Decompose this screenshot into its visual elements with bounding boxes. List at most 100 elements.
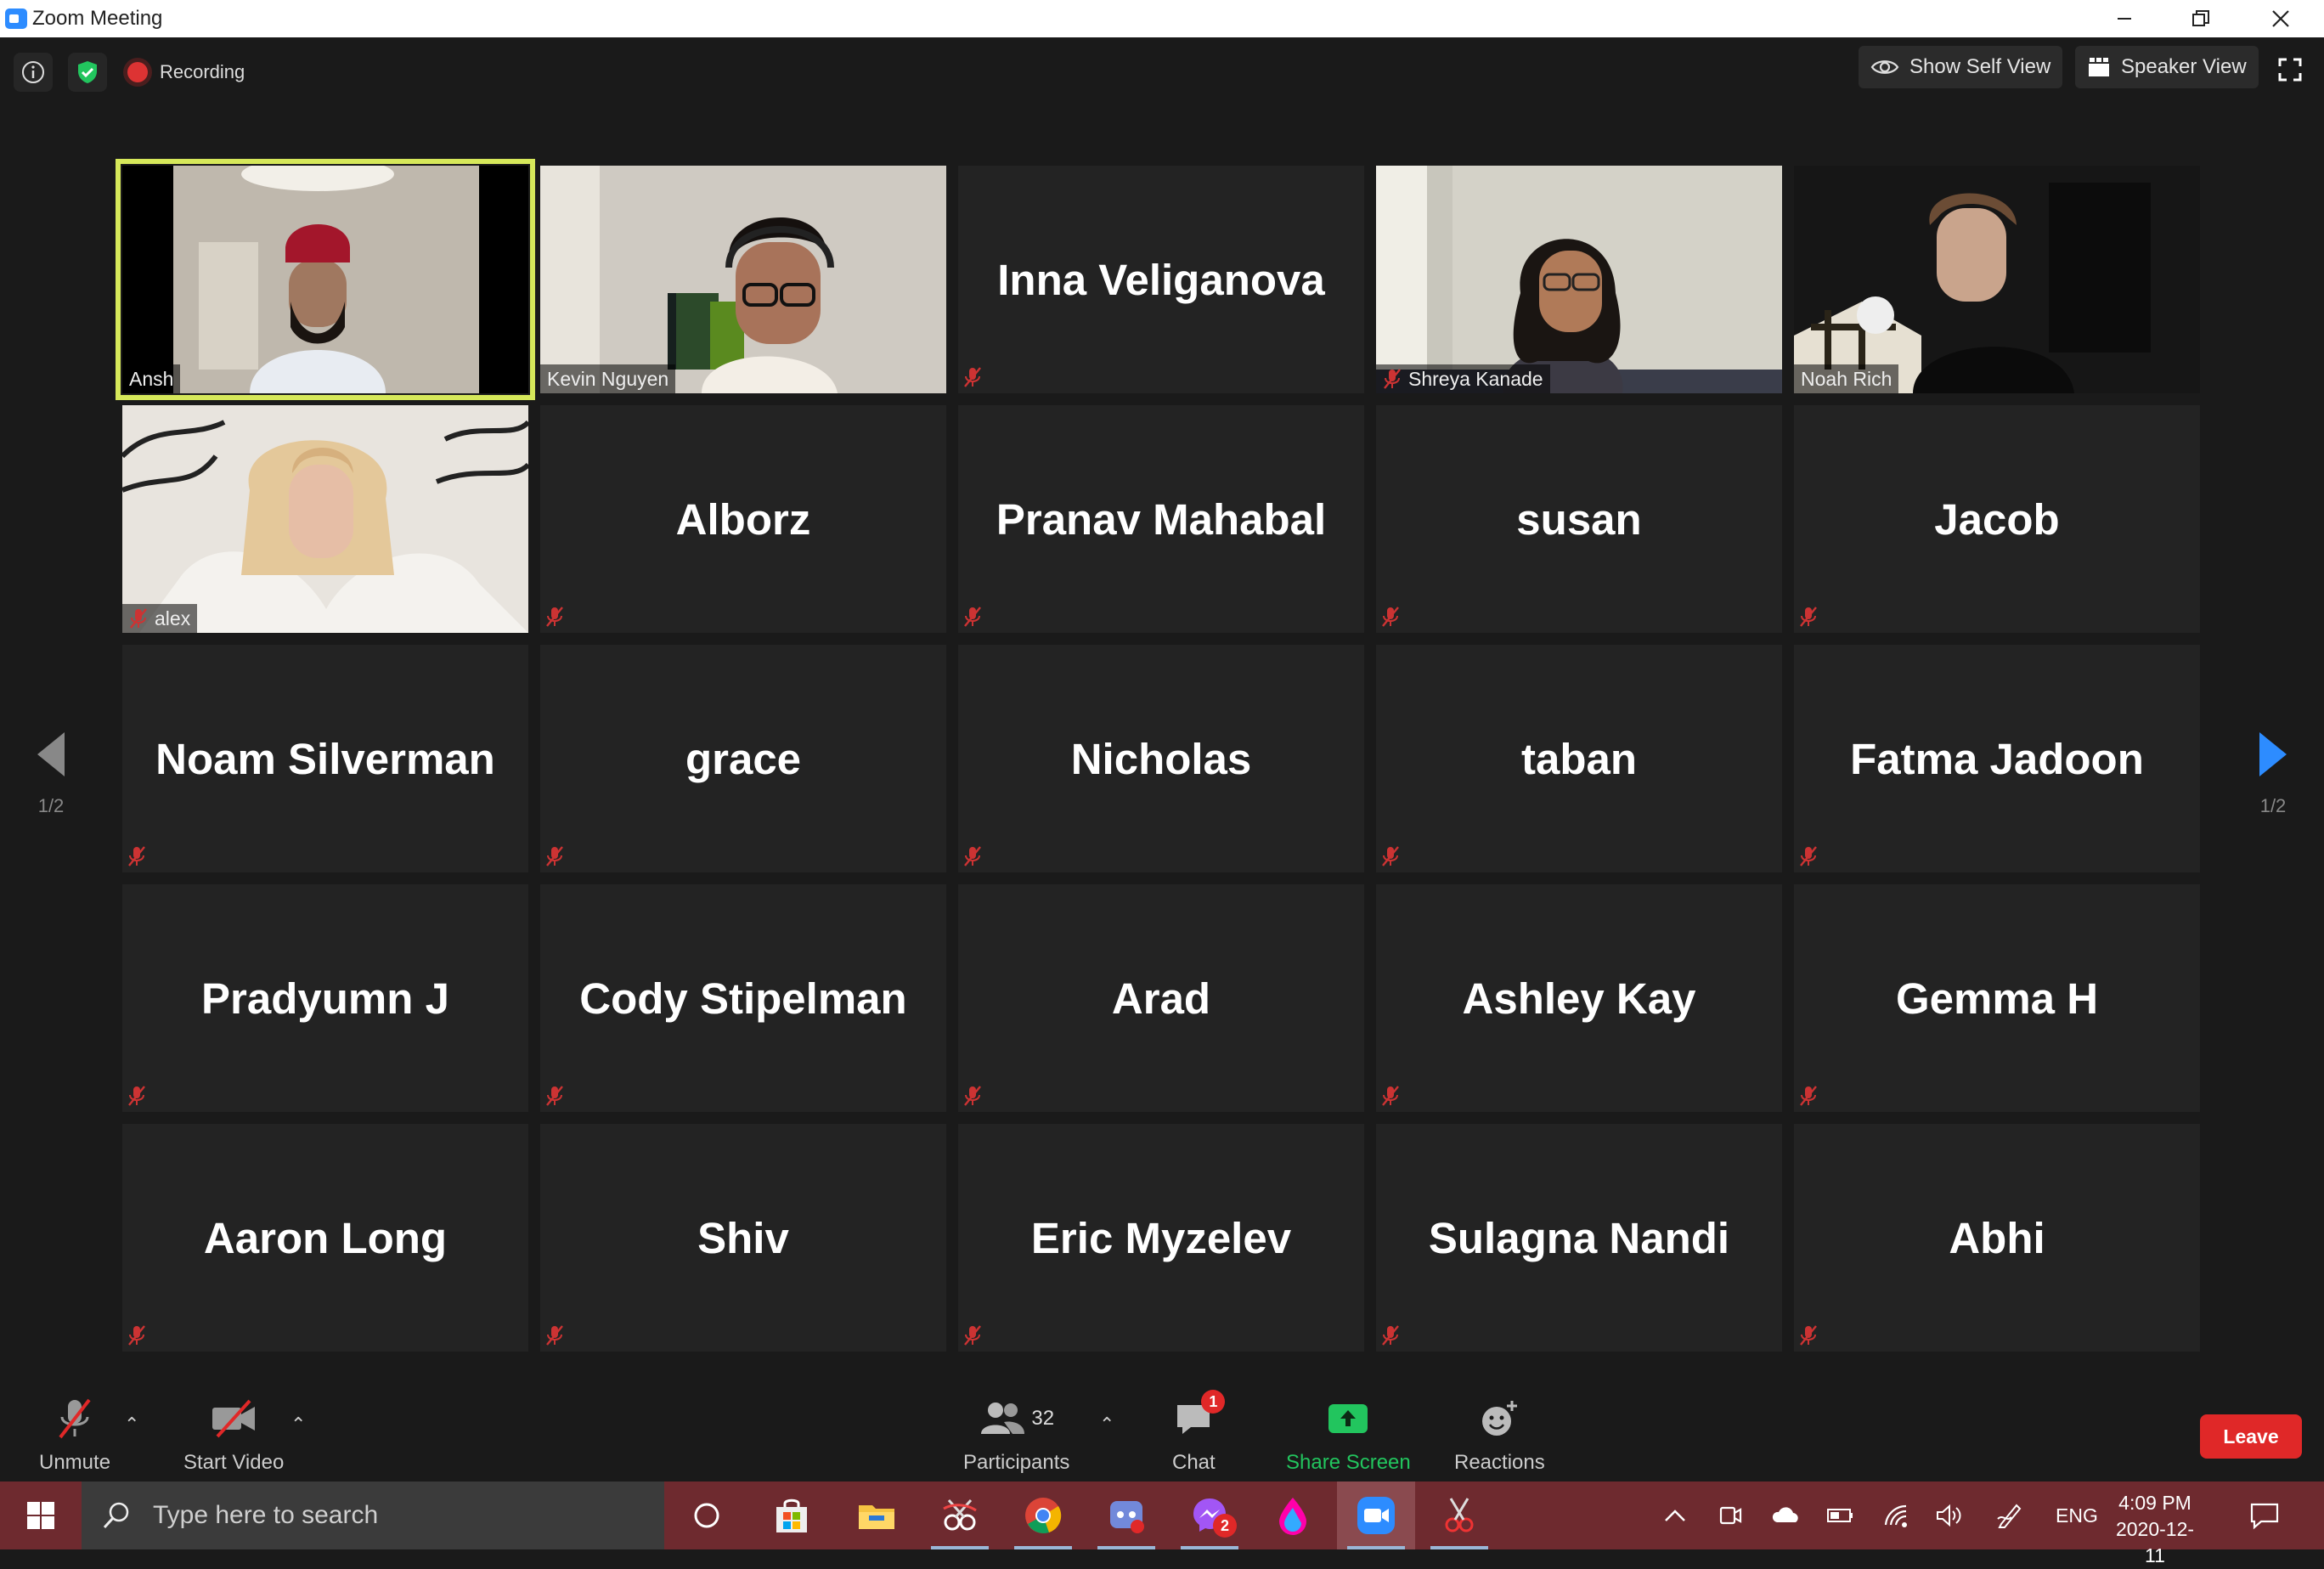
participant-tile[interactable]: Arad xyxy=(958,884,1364,1112)
participant-tile[interactable]: Shiv xyxy=(540,1124,946,1352)
muted-mic-icon xyxy=(1381,1085,1400,1107)
speaker-view-button[interactable]: Speaker View xyxy=(2075,46,2259,88)
participant-name: Eric Myzelev xyxy=(1030,1213,1292,1262)
taskbar-search-box[interactable]: Type here to search xyxy=(82,1482,664,1549)
muted-mic-icon xyxy=(1799,1324,1818,1346)
search-icon xyxy=(103,1502,129,1529)
participants-label: Participants xyxy=(963,1451,1070,1474)
participant-name: Noam Silverman xyxy=(155,734,495,783)
chrome-icon xyxy=(1025,1498,1062,1534)
participant-tile[interactable]: Alborz xyxy=(540,405,946,633)
participant-name: Arad xyxy=(1111,974,1211,1023)
participant-tile[interactable]: Sulagna Nandi xyxy=(1376,1124,1782,1352)
participant-name: Inna Veliganova xyxy=(997,255,1325,304)
participant-tile[interactable]: Fatma Jadoon xyxy=(1794,645,2200,872)
tray-volume[interactable] xyxy=(1935,1482,1966,1549)
participant-tile[interactable]: Abhi xyxy=(1794,1124,2200,1352)
participants-button[interactable]: 32 Participants xyxy=(963,1395,1069,1475)
previous-page-button[interactable]: 1/2 xyxy=(25,731,76,817)
participants-count: 32 xyxy=(1031,1407,1055,1430)
participant-tile[interactable]: taban xyxy=(1376,645,1782,872)
microsoft-store-icon xyxy=(776,1498,807,1532)
participant-tile[interactable]: Kevin Nguyen xyxy=(540,166,946,393)
participant-video xyxy=(1794,166,2200,393)
participant-tile[interactable]: susan xyxy=(1376,405,1782,633)
unmute-label: Unmute xyxy=(39,1451,111,1474)
participant-tile[interactable]: Cody Stipelman xyxy=(540,884,946,1112)
taskbar-app-messenger[interactable]: 2 xyxy=(1170,1482,1249,1549)
scissors-icon xyxy=(1445,1498,1474,1532)
tray-network[interactable] xyxy=(1882,1482,1911,1549)
participant-tile[interactable]: Aaron Long xyxy=(122,1124,528,1352)
participant-tile[interactable]: Noah Rich xyxy=(1794,166,2200,393)
participants-options-caret[interactable]: ⌃ xyxy=(1099,1414,1114,1436)
page-indicator-left: 1/2 xyxy=(37,795,65,816)
participant-tile[interactable]: Pradyumn J xyxy=(122,884,528,1112)
muted-mic-icon xyxy=(1799,606,1818,628)
taskbar-clock[interactable]: 4:09 PM 2020-12-11 xyxy=(2108,1490,2202,1569)
taskbar-app-store[interactable] xyxy=(753,1482,831,1549)
notification-center-button[interactable] xyxy=(2249,1482,2280,1549)
recording-indicator[interactable]: Recording xyxy=(127,53,245,92)
tray-pen[interactable] xyxy=(1996,1482,2023,1549)
taskbar-app-discord[interactable] xyxy=(1087,1482,1165,1549)
battery-icon xyxy=(1827,1509,1853,1522)
chat-button[interactable]: 1 Chat xyxy=(1172,1390,1226,1475)
participant-tile[interactable]: Shreya Kanade xyxy=(1376,166,1782,393)
participant-tile[interactable]: Pranav Mahabal xyxy=(958,405,1364,633)
clock-time: 4:09 PM xyxy=(2118,1492,2191,1514)
restore-button[interactable] xyxy=(2163,0,2239,37)
leave-button[interactable]: Leave xyxy=(2200,1414,2302,1459)
video-options-caret[interactable]: ⌃ xyxy=(290,1414,306,1436)
participant-name-label: Shreya Kanade xyxy=(1376,364,1550,393)
participant-tile[interactable]: Jacob xyxy=(1794,405,2200,633)
participant-tile[interactable]: Inna Veliganova xyxy=(958,166,1364,393)
taskbar-app-snip[interactable] xyxy=(921,1482,999,1549)
participant-tile[interactable]: Noam Silverman xyxy=(122,645,528,872)
taskbar-app-chrome[interactable] xyxy=(1004,1482,1082,1549)
tray-onedrive[interactable] xyxy=(1770,1482,1801,1549)
participant-name-label: Ansh xyxy=(122,364,181,393)
participant-tile[interactable]: alex xyxy=(122,405,528,633)
arrow-left-icon xyxy=(37,732,65,776)
taskbar-app-paint3d[interactable] xyxy=(1254,1482,1332,1549)
participant-tile[interactable]: Ansh xyxy=(116,159,535,400)
participant-name: taban xyxy=(1520,734,1638,783)
reactions-button[interactable]: Reactions xyxy=(1454,1395,1545,1475)
participant-tile[interactable]: Eric Myzelev xyxy=(958,1124,1364,1352)
fullscreen-button[interactable] xyxy=(2273,53,2307,87)
next-page-button[interactable]: 1/2 xyxy=(2248,731,2299,817)
close-button[interactable] xyxy=(2242,0,2319,37)
tray-overflow-button[interactable] xyxy=(1663,1482,1687,1549)
encryption-button[interactable] xyxy=(68,53,107,92)
zoom-icon xyxy=(1357,1497,1395,1534)
minimize-button[interactable] xyxy=(2086,0,2163,37)
notification-icon xyxy=(2250,1503,2279,1530)
participant-name: Fatma Jadoon xyxy=(1850,734,2144,783)
tray-battery[interactable] xyxy=(1826,1482,1855,1549)
participant-tile[interactable]: Nicholas xyxy=(958,645,1364,872)
start-video-button[interactable]: Start Video xyxy=(183,1395,284,1475)
audio-options-caret[interactable]: ⌃ xyxy=(124,1414,139,1436)
participant-tile[interactable]: grace xyxy=(540,645,946,872)
window-titlebar: Zoom Meeting xyxy=(0,0,2324,37)
fullscreen-icon xyxy=(2278,58,2302,82)
start-button[interactable] xyxy=(0,1482,82,1549)
folder-icon xyxy=(859,1505,894,1529)
tray-meet-now[interactable] xyxy=(1718,1482,1743,1549)
speaker-icon xyxy=(1937,1504,1961,1527)
share-screen-button[interactable]: Share Screen xyxy=(1286,1395,1411,1475)
taskbar-app-zoom[interactable] xyxy=(1337,1482,1415,1549)
participant-name: susan xyxy=(1516,494,1642,544)
muted-mic-icon xyxy=(963,606,982,628)
meeting-info-button[interactable] xyxy=(14,53,53,92)
cortana-button[interactable] xyxy=(668,1482,746,1549)
unmute-button[interactable]: Unmute xyxy=(39,1395,110,1475)
taskbar-app-file-explorer[interactable] xyxy=(838,1482,916,1549)
participant-tile[interactable]: Ashley Kay xyxy=(1376,884,1782,1112)
input-language[interactable]: ENG xyxy=(2056,1482,2098,1549)
participant-tile[interactable]: Gemma H xyxy=(1794,884,2200,1112)
taskbar-app-snipping-tool[interactable] xyxy=(1420,1482,1498,1549)
participant-name: Abhi xyxy=(1949,1213,2045,1262)
show-self-view-button[interactable]: Show Self View xyxy=(1859,46,2063,88)
